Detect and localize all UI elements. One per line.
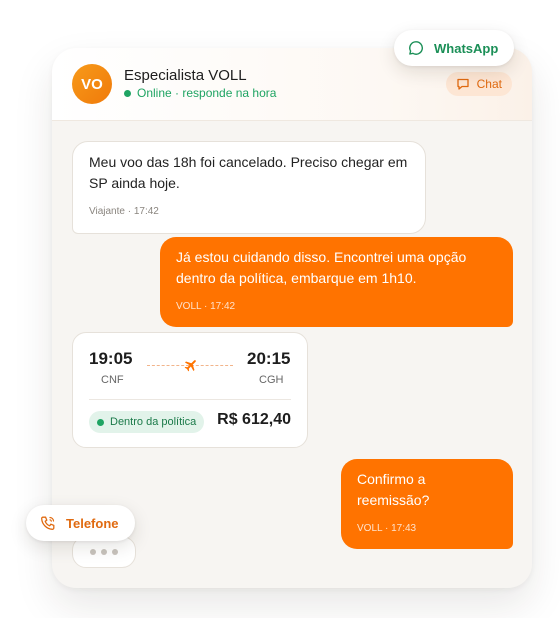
airplane-icon xyxy=(184,360,196,372)
departure-time: 19:05 xyxy=(89,349,133,368)
typing-dot-icon xyxy=(112,549,118,555)
flight-price: R$ 612,40 xyxy=(217,411,291,428)
chat-channel-chip[interactable]: Chat xyxy=(445,72,512,96)
typing-dot-icon xyxy=(101,549,107,555)
message-meta: VOLL · 17:43 xyxy=(357,523,417,534)
policy-badge-label: Dentro da política xyxy=(110,416,197,428)
online-status: Online · responde na hora xyxy=(124,86,276,100)
flight-option-card[interactable]: 19:05 CNF 20:15 CGH Dentro da política R… xyxy=(72,332,308,448)
online-status-text: Online · responde na hora xyxy=(137,86,277,100)
chat-chip-label: Chat xyxy=(476,77,502,91)
message-voll-confirm: Confirmo a reemissão? VOLL · 17:43 xyxy=(341,459,513,549)
message-voll: Já estou cuidando disso. Encontrei uma o… xyxy=(160,237,513,327)
online-dot-icon xyxy=(124,89,131,97)
phone-button[interactable]: Telefone xyxy=(26,505,135,541)
typing-dot-icon xyxy=(90,549,96,555)
message-text: Já estou cuidando disso. Encontrei uma o… xyxy=(176,249,467,286)
whatsapp-icon xyxy=(409,41,424,55)
agent-name: Especialista VOLL xyxy=(124,67,247,84)
flight-divider xyxy=(89,399,291,400)
message-meta: VOLL · 17:42 xyxy=(176,301,236,312)
whatsapp-button[interactable]: WhatsApp xyxy=(394,30,514,66)
message-text: Meu voo das 18h foi cancelado. Preciso c… xyxy=(89,154,408,191)
departure-airport: CNF xyxy=(101,374,124,386)
message-text: Confirmo a reemissão? xyxy=(357,471,430,508)
message-meta: Viajante · 17:42 xyxy=(89,206,159,217)
chat-bubble-icon xyxy=(456,78,469,90)
whatsapp-label: WhatsApp xyxy=(434,40,499,56)
arrival-time: 20:15 xyxy=(247,349,291,368)
arrival-airport: CGH xyxy=(259,374,284,386)
phone-label: Telefone xyxy=(66,515,119,531)
policy-badge: Dentro da política xyxy=(89,411,205,433)
avatar: VO xyxy=(72,64,112,104)
phone-icon xyxy=(41,516,55,530)
policy-dot-icon xyxy=(97,418,104,426)
message-traveler: Meu voo das 18h foi cancelado. Preciso c… xyxy=(72,141,426,234)
